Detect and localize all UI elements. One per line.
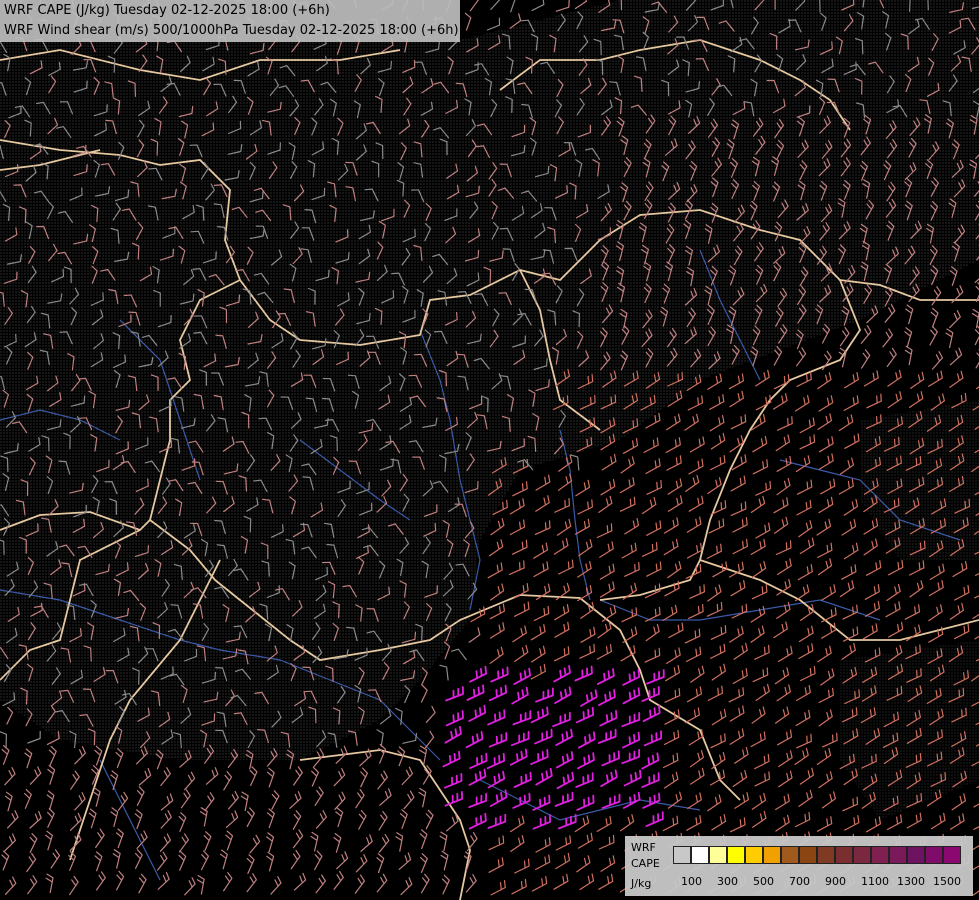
- title-box: WRF CAPE (J/kg) Tuesday 02-12-2025 18:00…: [0, 0, 460, 42]
- legend-unit: J/kg: [631, 877, 652, 890]
- legend-tick-label: 100: [681, 875, 702, 888]
- legend-tick-label: 500: [753, 875, 774, 888]
- legend-tick-label: 1300: [897, 875, 925, 888]
- legend-swatch: [835, 846, 853, 864]
- wind-shear-title: WRF Wind shear (m/s) 500/1000hPa Tuesday…: [4, 23, 459, 38]
- legend-tick-label: 700: [789, 875, 810, 888]
- legend-swatch: [727, 846, 745, 864]
- legend-tick-label: 1500: [933, 875, 961, 888]
- cape-legend: WRF CAPE J/kg 100 300 500 700 900 1100 1300 150…: [625, 836, 973, 896]
- legend-swatch: [943, 846, 961, 864]
- legend-swatch: [673, 846, 691, 864]
- legend-swatch: [907, 846, 925, 864]
- legend-ticks: 100 300 500 700 900 1100 1300 1500: [673, 875, 973, 889]
- legend-tick-label: 1100: [861, 875, 889, 888]
- legend-swatch: [853, 846, 871, 864]
- legend-swatch: [691, 846, 709, 864]
- legend-swatch: [925, 846, 943, 864]
- legend-swatch: [763, 846, 781, 864]
- legend-swatch: [781, 846, 799, 864]
- legend-swatch: [817, 846, 835, 864]
- legend-swatch: [709, 846, 727, 864]
- legend-swatch: [745, 846, 763, 864]
- legend-tick-label: 900: [825, 875, 846, 888]
- cape-title: WRF CAPE (J/kg) Tuesday 02-12-2025 18:00…: [4, 3, 330, 18]
- legend-label-cape: CAPE: [631, 857, 660, 870]
- legend-label-wrf: WRF: [631, 841, 656, 854]
- legend-swatch: [889, 846, 907, 864]
- legend-color-scale: [673, 846, 961, 866]
- legend-tick-label: 300: [717, 875, 738, 888]
- legend-swatch: [799, 846, 817, 864]
- legend-swatch: [871, 846, 889, 864]
- weather-map: [0, 0, 979, 900]
